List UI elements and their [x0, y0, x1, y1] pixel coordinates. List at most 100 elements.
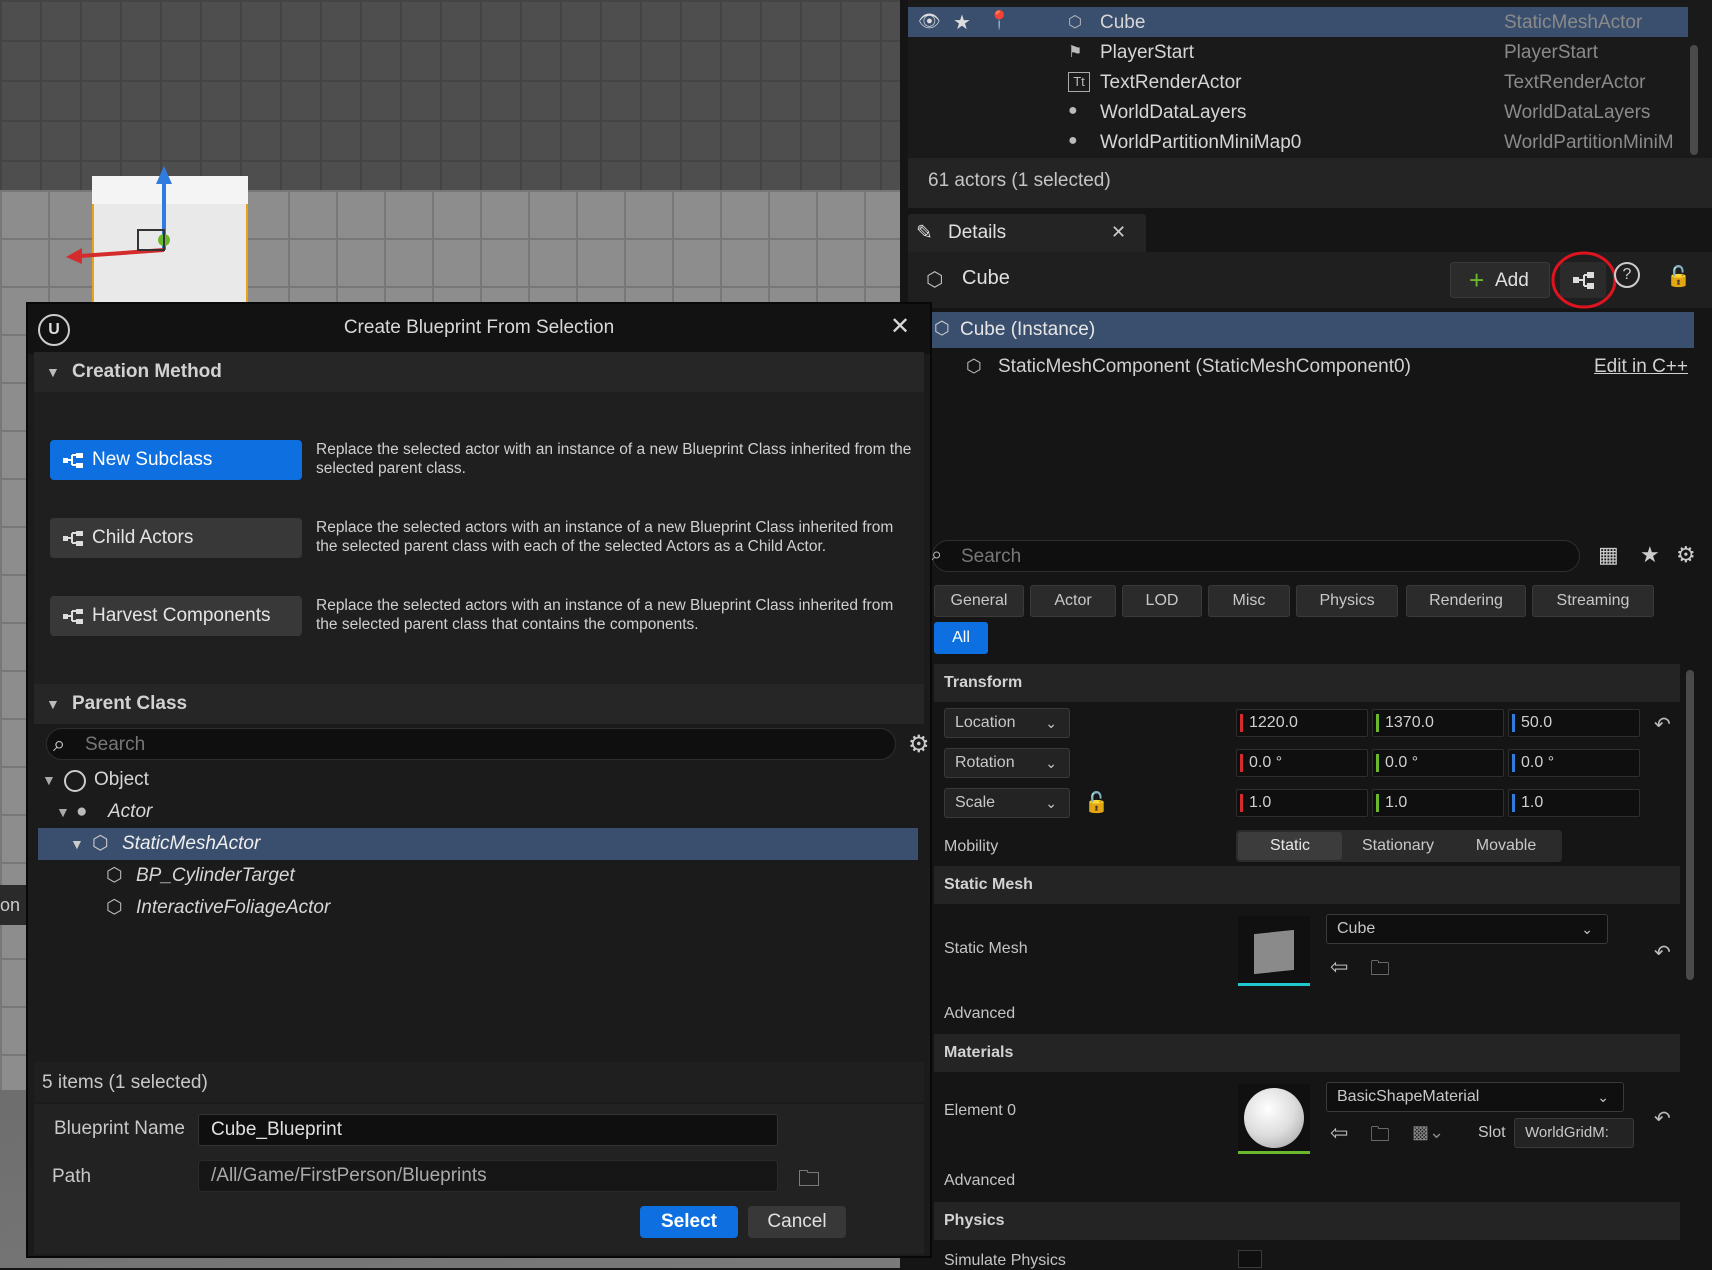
- tree-item-object[interactable]: ▼ Object: [38, 764, 918, 796]
- help-icon[interactable]: ?: [1614, 262, 1640, 288]
- materials-advanced[interactable]: Advanced: [944, 1172, 1015, 1190]
- static-mesh-class-icon: ⬡: [92, 833, 109, 854]
- path-input[interactable]: /All/Game/FirstPerson/Blueprints: [198, 1160, 778, 1192]
- actor-icon: ●: [1068, 132, 1078, 149]
- mobility-stationary[interactable]: Stationary: [1346, 832, 1450, 860]
- section-creation-method[interactable]: ▼ Creation Method: [34, 352, 924, 392]
- location-x-field[interactable]: 1220.0: [1236, 709, 1368, 737]
- static-mesh-advanced[interactable]: Advanced: [944, 1005, 1015, 1023]
- section-transform[interactable]: Transform: [934, 664, 1680, 702]
- tree-item-interactivefoliageactor[interactable]: ⬡ InteractiveFoliageActor: [38, 892, 918, 924]
- rotation-dropdown[interactable]: Rotation ⌄: [944, 748, 1070, 778]
- outliner-row-name: Cube: [1100, 12, 1146, 33]
- outliner-row[interactable]: ⚑ PlayerStart PlayerStart: [908, 37, 1688, 67]
- section-parent-class[interactable]: ▼ Parent Class: [34, 684, 924, 724]
- blueprint-name-input[interactable]: Cube_Blueprint: [198, 1114, 778, 1146]
- slot-name-field[interactable]: WorldGridM:: [1514, 1118, 1634, 1148]
- tree-item-staticmeshactor[interactable]: ▼ ⬡ StaticMeshActor: [38, 828, 918, 860]
- items-status-text: 5 items (1 selected): [42, 1072, 208, 1093]
- transform-gizmo[interactable]: [60, 160, 180, 270]
- use-selected-asset-icon[interactable]: ⇦: [1330, 1120, 1348, 1146]
- path-label: Path: [52, 1166, 92, 1187]
- tree-item-actor[interactable]: ▼ ● Actor: [38, 796, 918, 828]
- scale-lock-icon[interactable]: 🔓: [1084, 790, 1109, 815]
- section-physics[interactable]: Physics: [934, 1202, 1680, 1240]
- cancel-button[interactable]: Cancel: [748, 1206, 846, 1238]
- checker-texture-icon[interactable]: ▩⌄: [1412, 1122, 1444, 1143]
- blueprint-name-label: Blueprint Name: [54, 1118, 185, 1139]
- outliner-row[interactable]: Tt TextRenderActor TextRenderActor: [908, 67, 1688, 97]
- parent-class-search-input[interactable]: ⌕ Search: [46, 728, 896, 760]
- reset-material-icon[interactable]: ↶: [1654, 1106, 1671, 1131]
- add-component-button[interactable]: + Add: [1450, 262, 1550, 298]
- star-icon[interactable]: ★: [953, 10, 971, 35]
- settings-gear-icon[interactable]: ⚙: [1676, 542, 1696, 568]
- child-actors-button[interactable]: Child Actors: [50, 518, 302, 558]
- filter-tab-physics[interactable]: Physics: [1296, 585, 1398, 617]
- close-dialog-icon[interactable]: ✕: [890, 312, 910, 341]
- location-z-field[interactable]: 50.0: [1508, 709, 1640, 737]
- pin-icon[interactable]: 📍: [988, 10, 1010, 31]
- scale-z-field[interactable]: 1.0: [1508, 789, 1640, 817]
- filter-tab-misc[interactable]: Misc: [1208, 585, 1290, 617]
- material-thumbnail[interactable]: [1238, 1084, 1310, 1154]
- filter-tab-actor[interactable]: Actor: [1030, 585, 1116, 617]
- settings-gear-icon[interactable]: ⚙: [908, 730, 930, 759]
- dialog-title: Create Blueprint From Selection: [343, 317, 615, 338]
- mobility-movable[interactable]: Movable: [1454, 832, 1558, 860]
- filter-tab-all[interactable]: All: [934, 622, 988, 654]
- static-mesh-thumbnail[interactable]: [1238, 916, 1310, 986]
- outliner-row-type: WorldDataLayers: [1504, 102, 1651, 123]
- filter-tab-lod[interactable]: LOD: [1122, 585, 1202, 617]
- reset-location-icon[interactable]: ↶: [1654, 712, 1671, 737]
- instance-row[interactable]: ⬡ Cube (Instance): [930, 312, 1694, 348]
- new-subclass-button[interactable]: New Subclass: [50, 440, 302, 480]
- rotation-x-field[interactable]: 0.0 °: [1236, 749, 1368, 777]
- scale-dropdown[interactable]: Scale ⌄: [944, 788, 1070, 818]
- outliner-row[interactable]: 👁 ★ 📍 ⬡ Cube StaticMeshActor: [908, 7, 1688, 37]
- pencil-icon: ✎: [916, 222, 933, 244]
- rotation-z-field[interactable]: 0.0 °: [1508, 749, 1640, 777]
- scale-y-field[interactable]: 1.0: [1372, 789, 1504, 817]
- static-mesh-asset-picker[interactable]: Cube ⌄: [1326, 914, 1608, 944]
- filter-tab-streaming[interactable]: Streaming: [1532, 585, 1654, 617]
- mobility-static[interactable]: Static: [1238, 832, 1342, 860]
- mobility-label: Mobility: [944, 838, 999, 855]
- filter-tab-general[interactable]: General: [934, 585, 1024, 617]
- favorite-star-icon[interactable]: ★: [1640, 542, 1660, 568]
- lock-icon[interactable]: 🔓: [1666, 264, 1691, 289]
- section-materials[interactable]: Materials: [934, 1034, 1680, 1072]
- table-view-icon[interactable]: ▦: [1598, 542, 1619, 568]
- section-static-mesh[interactable]: Static Mesh: [934, 866, 1680, 904]
- visibility-eye-icon[interactable]: 👁: [918, 11, 941, 32]
- reset-static-mesh-icon[interactable]: ↶: [1654, 940, 1671, 965]
- location-dropdown[interactable]: Location ⌄: [944, 708, 1070, 738]
- outliner-row-type: PlayerStart: [1504, 42, 1598, 63]
- outliner-row-name: TextRenderActor: [1100, 72, 1242, 93]
- component-row[interactable]: ⬡ StaticMeshComponent (StaticMeshCompone…: [930, 350, 1694, 386]
- scale-x-field[interactable]: 1.0: [1236, 789, 1368, 817]
- close-tab-icon[interactable]: ✕: [1111, 222, 1126, 243]
- harvest-components-button[interactable]: Harvest Components: [50, 596, 302, 636]
- object-class-icon: [64, 770, 86, 792]
- rotation-y-field[interactable]: 0.0 °: [1372, 749, 1504, 777]
- browse-asset-icon[interactable]: 🗀: [1370, 1120, 1390, 1154]
- select-button[interactable]: Select: [640, 1206, 738, 1238]
- details-scrollbar[interactable]: [1686, 670, 1694, 980]
- outliner-row[interactable]: ● WorldDataLayers WorldDataLayers: [908, 97, 1688, 127]
- tree-item-label: Object: [94, 769, 149, 790]
- tree-item-bp-cylindertarget[interactable]: ⬡ BP_CylinderTarget: [38, 860, 918, 892]
- filter-tab-rendering[interactable]: Rendering: [1406, 585, 1526, 617]
- details-search-input[interactable]: ⌕ Search: [931, 540, 1580, 572]
- use-selected-asset-icon[interactable]: ⇦: [1330, 954, 1348, 980]
- material-asset-picker[interactable]: BasicShapeMaterial ⌄: [1326, 1082, 1624, 1112]
- outliner-row[interactable]: ● WorldPartitionMiniMap0 WorldPartitionM…: [908, 127, 1688, 157]
- browse-asset-icon[interactable]: 🗀: [1370, 954, 1390, 988]
- outliner-scrollbar[interactable]: [1690, 45, 1698, 155]
- simulate-physics-checkbox[interactable]: [1238, 1250, 1262, 1268]
- edit-in-cpp-link[interactable]: Edit in C++: [1594, 356, 1688, 378]
- tab-details[interactable]: ✎ Details ✕: [908, 214, 1146, 252]
- search-placeholder: Search: [85, 734, 146, 755]
- folder-icon[interactable]: 🗀: [798, 1162, 820, 1200]
- location-y-field[interactable]: 1370.0: [1372, 709, 1504, 737]
